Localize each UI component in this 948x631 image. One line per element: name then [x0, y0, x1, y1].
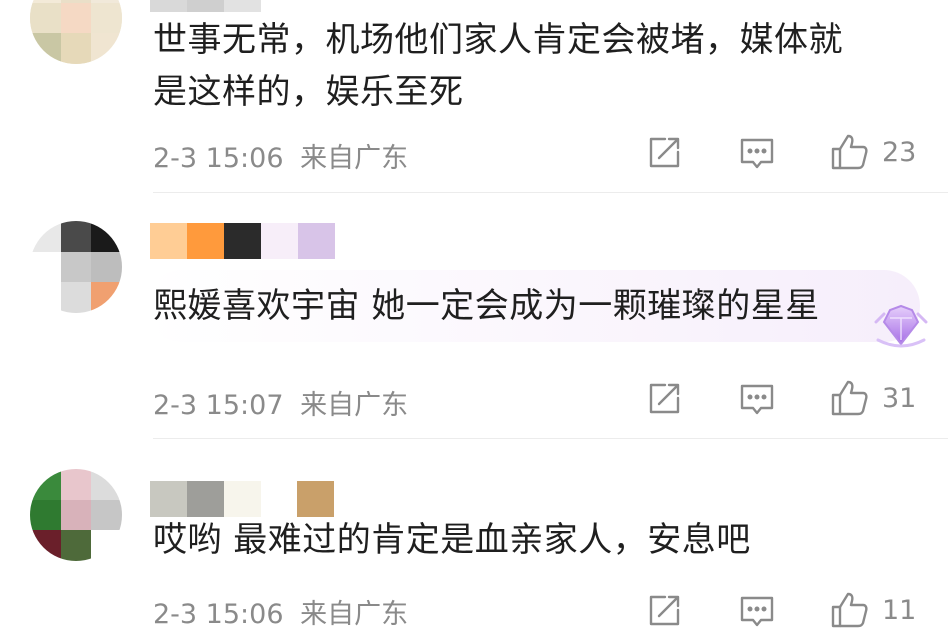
reply-button[interactable]: [738, 134, 776, 172]
share-button[interactable]: [645, 380, 683, 418]
diamond-badge-icon: [874, 304, 928, 348]
username[interactable]: [150, 0, 261, 12]
avatar[interactable]: [30, 221, 122, 313]
like-count: 31: [882, 382, 917, 414]
comment-time: 2-3 15:07: [153, 390, 284, 421]
comment-text-line: 是这样的，娱乐至死: [153, 72, 464, 112]
avatar[interactable]: [30, 0, 122, 64]
like-button[interactable]: 23: [830, 132, 916, 172]
share-icon: [649, 137, 680, 168]
thumbs-up-icon: [831, 134, 868, 170]
comment-location: 来自广东: [300, 599, 409, 630]
share-button[interactable]: [645, 134, 683, 172]
share-button[interactable]: [645, 592, 683, 630]
comment-icon: [740, 138, 774, 169]
share-icon: [649, 383, 680, 414]
reply-button[interactable]: [738, 380, 776, 418]
comment-icon: [740, 384, 774, 415]
like-count: 11: [882, 594, 917, 626]
comment-text: 世事无常，机场他们家人肯定会被堵，媒体就 是这样的，娱乐至死: [153, 14, 843, 118]
comment-text-line: 世事无常，机场他们家人肯定会被堵，媒体就: [153, 20, 843, 60]
comment-meta: 2-3 15:06 来自广东: [153, 136, 408, 175]
comment-text: 熙媛喜欢宇宙 她一定会成为一颗璀璨的星星: [153, 280, 820, 332]
comment-meta: 2-3 15:06 来自广东: [153, 592, 408, 631]
comment-text-line: 哎哟 最难过的肯定是血亲家人，安息吧: [153, 520, 751, 560]
comment-time: 2-3 15:06: [153, 143, 284, 174]
username[interactable]: [150, 223, 335, 259]
username[interactable]: [150, 481, 334, 517]
comment-time: 2-3 15:06: [153, 599, 284, 630]
like-button[interactable]: 31: [830, 378, 916, 418]
like-count: 23: [882, 136, 917, 168]
comment-meta: 2-3 15:07 来自广东: [153, 383, 408, 422]
comment-text: 哎哟 最难过的肯定是血亲家人，安息吧: [153, 514, 751, 566]
reply-button[interactable]: [738, 592, 776, 630]
share-icon: [649, 595, 680, 626]
like-button[interactable]: 11: [830, 590, 916, 630]
comment-location: 来自广东: [300, 390, 409, 421]
comment-icon: [740, 596, 774, 627]
avatar[interactable]: [30, 469, 122, 561]
comment-location: 来自广东: [300, 143, 409, 174]
comment-text-line: 熙媛喜欢宇宙 她一定会成为一颗璀璨的星星: [153, 286, 820, 326]
comment-item: 世事无常，机场他们家人肯定会被堵，媒体就 是这样的，娱乐至死 2-3 15:06…: [0, 0, 948, 193]
thumbs-up-icon: [831, 592, 868, 628]
thumbs-up-icon: [831, 380, 868, 416]
